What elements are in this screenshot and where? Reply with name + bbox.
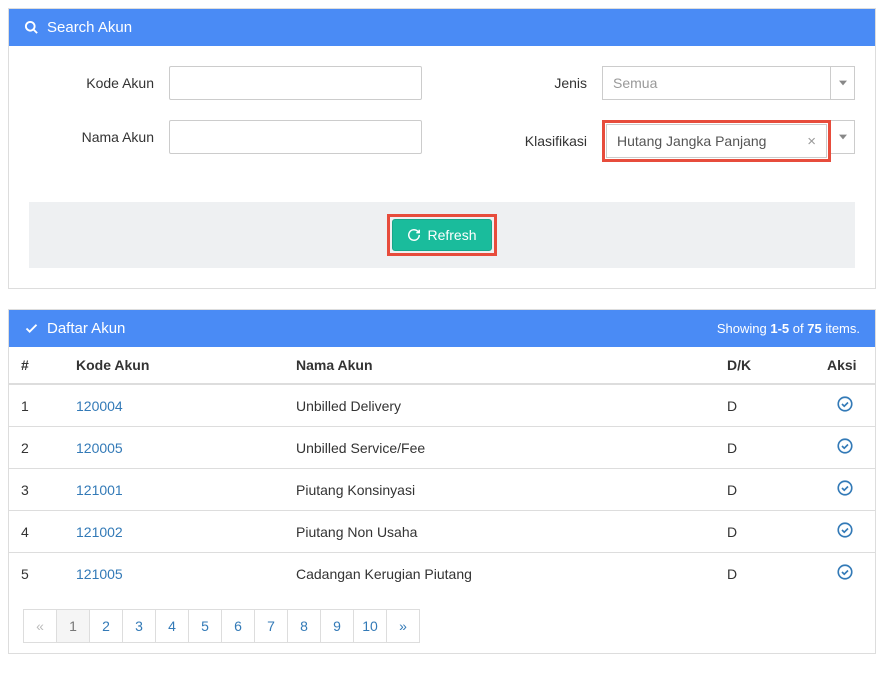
page-8[interactable]: 8 [287, 609, 321, 643]
search-icon [24, 20, 39, 35]
chevron-down-icon[interactable] [831, 66, 855, 100]
refresh-label: Refresh [427, 227, 476, 243]
klasifikasi-value: Hutang Jangka Panjang [617, 133, 766, 149]
cell-dk: D [715, 427, 815, 469]
page-7[interactable]: 7 [254, 609, 288, 643]
kode-link[interactable]: 120004 [76, 398, 123, 414]
cell-aksi [815, 511, 875, 553]
action-check-icon[interactable] [836, 395, 854, 413]
cell-nama: Piutang Konsinyasi [284, 469, 715, 511]
page-9[interactable]: 9 [320, 609, 354, 643]
list-panel: Daftar Akun Showing 1-5 of 75 items. # K… [8, 309, 876, 654]
cell-num: 1 [9, 384, 64, 427]
cell-num: 5 [9, 553, 64, 595]
list-panel-header: Daftar Akun Showing 1-5 of 75 items. [9, 310, 875, 347]
refresh-icon [407, 228, 421, 242]
col-kode: Kode Akun [64, 347, 284, 384]
cell-dk: D [715, 384, 815, 427]
page-5[interactable]: 5 [188, 609, 222, 643]
table-row: 1 120004 Unbilled DeliveryD [9, 384, 875, 427]
cell-dk: D [715, 469, 815, 511]
cell-aksi [815, 384, 875, 427]
pagination: «12345678910» [9, 594, 875, 653]
col-dk: D/K [715, 347, 815, 384]
cell-num: 4 [9, 511, 64, 553]
page-2[interactable]: 2 [89, 609, 123, 643]
cell-nama: Unbilled Service/Fee [284, 427, 715, 469]
nama-akun-input[interactable] [169, 120, 422, 154]
action-check-icon[interactable] [836, 521, 854, 539]
cell-kode: 120005 [64, 427, 284, 469]
page-next[interactable]: » [386, 609, 420, 643]
kode-link[interactable]: 120005 [76, 440, 123, 456]
col-nama: Nama Akun [284, 347, 715, 384]
kode-akun-label: Kode Akun [29, 75, 169, 91]
jenis-label: Jenis [462, 75, 602, 91]
chevron-down-icon[interactable] [831, 120, 855, 154]
cell-kode: 121001 [64, 469, 284, 511]
table-row: 4 121002 Piutang Non UsahaD [9, 511, 875, 553]
cell-dk: D [715, 553, 815, 595]
cell-kode: 120004 [64, 384, 284, 427]
jenis-placeholder: Semua [613, 75, 657, 91]
table-row: 3 121001 Piutang KonsinyasiD [9, 469, 875, 511]
cell-nama: Piutang Non Usaha [284, 511, 715, 553]
check-icon [24, 321, 39, 336]
col-aksi: Aksi [815, 347, 875, 384]
cell-nama: Unbilled Delivery [284, 384, 715, 427]
cell-dk: D [715, 511, 815, 553]
cell-aksi [815, 553, 875, 595]
page-4[interactable]: 4 [155, 609, 189, 643]
search-panel-title: Search Akun [47, 19, 132, 36]
page-10[interactable]: 10 [353, 609, 387, 643]
list-summary: Showing 1-5 of 75 items. [717, 321, 860, 336]
jenis-select[interactable]: Semua [602, 66, 855, 100]
kode-link[interactable]: 121002 [76, 524, 123, 540]
cell-num: 2 [9, 427, 64, 469]
search-panel: Search Akun Kode Akun Nama Akun Jenis [8, 8, 876, 289]
page-6[interactable]: 6 [221, 609, 255, 643]
action-check-icon[interactable] [836, 479, 854, 497]
akun-table: # Kode Akun Nama Akun D/K Aksi 1 120004 Un… [9, 347, 875, 594]
table-row: 2 120005 Unbilled Service/FeeD [9, 427, 875, 469]
action-check-icon[interactable] [836, 437, 854, 455]
kode-link[interactable]: 121001 [76, 482, 123, 498]
nama-akun-label: Nama Akun [29, 129, 169, 145]
col-num: # [9, 347, 64, 384]
cell-kode: 121005 [64, 553, 284, 595]
action-check-icon[interactable] [836, 563, 854, 581]
refresh-button[interactable]: Refresh [392, 219, 491, 251]
cell-aksi [815, 469, 875, 511]
page-prev[interactable]: « [23, 609, 57, 643]
kode-akun-input[interactable] [169, 66, 422, 100]
klasifikasi-label: Klasifikasi [462, 133, 602, 149]
table-row: 5 121005 Cadangan Kerugian PiutangD [9, 553, 875, 595]
cell-num: 3 [9, 469, 64, 511]
cell-nama: Cadangan Kerugian Piutang [284, 553, 715, 595]
page-1[interactable]: 1 [56, 609, 90, 643]
kode-link[interactable]: 121005 [76, 566, 123, 582]
cell-aksi [815, 427, 875, 469]
cell-kode: 121002 [64, 511, 284, 553]
clear-icon[interactable]: × [807, 133, 816, 150]
search-panel-header: Search Akun [9, 9, 875, 46]
page-3[interactable]: 3 [122, 609, 156, 643]
list-panel-title: Daftar Akun [47, 320, 125, 337]
klasifikasi-select[interactable]: Hutang Jangka Panjang × [602, 120, 855, 162]
